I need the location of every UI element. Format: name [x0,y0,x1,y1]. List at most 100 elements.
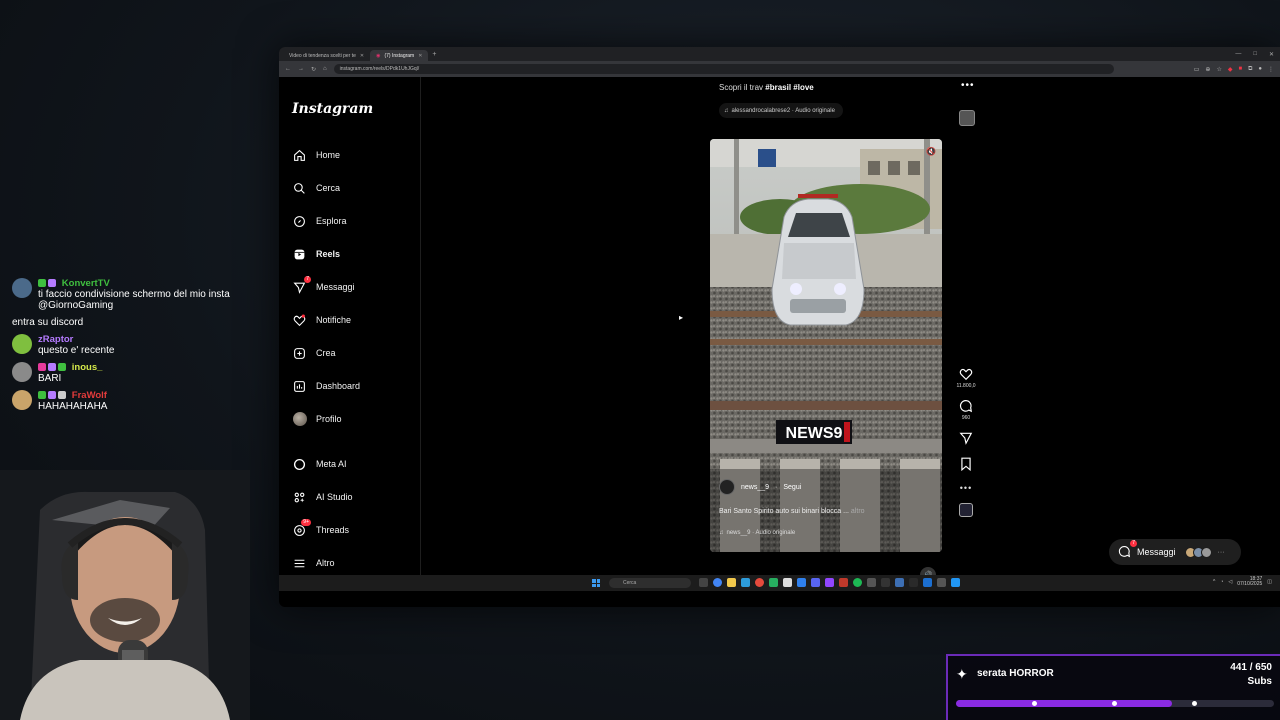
reel-previous-caption[interactable]: Scopri il trav #brasil #love [719,83,814,92]
sidebar-item-ai-studio[interactable]: AI Studio [292,488,353,506]
caption-more-link[interactable]: altro [851,508,865,515]
sidebar-item-crea[interactable]: Crea [292,344,336,362]
menu-dots-icon[interactable]: ⋮ [1268,66,1274,73]
chevron-up-icon[interactable]: ^ [1213,579,1215,585]
extension-icon[interactable]: ◆ [1228,66,1233,73]
more-options-icon[interactable]: ••• [961,80,975,91]
app-icon[interactable] [797,578,806,587]
reel-audio[interactable]: ♫ news__9 · Audio originale [719,530,795,536]
taskbar-search-input[interactable]: Cerca [609,578,691,588]
tab-title: Video di tendenza scelti per te [289,52,356,59]
goal-progress-bar [956,700,1274,707]
discord-icon[interactable] [811,578,820,587]
app-icon[interactable] [839,578,848,587]
explorer-icon[interactable] [727,578,736,587]
badge-icon [58,363,66,372]
sidebar-item-messaggi[interactable]: 7 Messaggi [292,275,355,296]
like-button[interactable]: 11.800,0 [951,367,981,389]
audio-thumbnail[interactable] [959,503,973,517]
sidebar-item-home[interactable]: Home [292,146,340,164]
cast-icon[interactable]: ▭ [1194,66,1200,73]
extension-icon[interactable]: ■ [1238,66,1242,73]
taskbar-apps [699,578,960,587]
sidebar-item-meta-ai[interactable]: Meta AI [292,455,347,473]
zoom-icon[interactable]: ⊕ [1205,66,1210,73]
windows-start-icon[interactable] [592,579,600,587]
send-icon: 7 [292,275,311,295]
comment-count: 960 [961,415,971,421]
app-icon[interactable] [909,578,918,587]
new-tab-icon[interactable]: + [432,51,436,58]
task-view-icon[interactable] [699,578,708,587]
app-icon[interactable] [881,578,890,587]
sidebar-item-label: Esplora [316,216,347,226]
audio-thumbnail[interactable] [959,110,975,126]
home-browser-icon[interactable]: ⌂ [323,66,327,72]
twitch-icon[interactable] [825,578,834,587]
app-icon[interactable] [867,578,876,587]
sidebar-item-cerca[interactable]: Cerca [292,179,340,197]
extension-icon[interactable]: ⧉ [1248,66,1252,73]
avatar[interactable] [719,479,735,495]
chrome-icon[interactable] [713,578,722,587]
sidebar-item-reels[interactable]: Reels [292,245,340,263]
comment-button[interactable]: 960 [951,399,981,421]
goal-count: 441 / 650 [1230,662,1272,673]
search-icon [292,181,307,196]
audio-pill[interactable]: ♫ alessandrocalabrese2 · Audio originale [719,103,843,118]
maximize-icon[interactable]: □ [1253,51,1257,58]
reload-icon[interactable]: ↻ [311,66,316,73]
sidebar-item-notifiche[interactable]: Notifiche [292,311,351,329]
sidebar-item-altro[interactable]: Altro [292,554,335,572]
minimize-icon[interactable]: — [1235,51,1241,58]
volume-icon[interactable]: ◁ [1228,579,1232,585]
sidebar-item-dashboard[interactable]: Dashboard [292,377,360,395]
notification-bell-icon[interactable]: ◫ [1267,579,1272,585]
home-icon [292,148,307,163]
app-icon[interactable] [895,578,904,587]
news9-watermark: NEWS9 [786,425,843,442]
bookmark-star-icon[interactable]: ☆ [1216,66,1221,73]
reel-author-row: news__9 · Segui [719,479,801,495]
app-icon[interactable] [769,578,778,587]
reel-video[interactable]: NEWS9 news__9 · Segui Bari Santo Spirito… [710,139,942,552]
chat-message: zRaptor questo e' recente [12,334,272,356]
app-icon[interactable] [741,578,750,587]
app-icon[interactable] [783,578,792,587]
app-icon[interactable] [951,578,960,587]
chat-text: questo e' recente [38,345,115,356]
tab-youtube[interactable]: Video di tendenza scelti per te ✕ [283,50,370,61]
chat-username: inous_ [71,362,103,373]
follow-button[interactable]: Segui [783,484,801,491]
close-icon[interactable]: ✕ [360,53,364,59]
app-icon[interactable] [755,578,764,587]
url-input[interactable]: instagram.com/reels/DPdk1UhJGql/ [333,64,1114,74]
network-icon[interactable]: ◔ [1220,579,1223,585]
share-button[interactable] [951,431,981,447]
messages-pill[interactable]: 7 Messaggi ··· [1109,539,1241,565]
app-icon[interactable] [937,578,946,587]
instagram-logo[interactable]: Instagram [292,101,373,117]
taskbar-clock[interactable]: 18:37 07/10/2025 [1237,577,1262,587]
tab-instagram[interactable]: ◉ (7) Instagram ✕ [370,50,429,61]
save-button[interactable] [951,457,981,473]
close-window-icon[interactable]: ✕ [1269,51,1274,58]
caption-hashtags[interactable]: #brasil #love [765,83,813,92]
app-icon[interactable] [923,578,932,587]
profile-icon[interactable]: ● [1258,66,1262,73]
volume-icon[interactable]: 🔇 [926,147,936,156]
close-icon[interactable]: ✕ [418,53,422,59]
sidebar-item-esplora[interactable]: Esplora [292,212,347,230]
reel-actions: 11.800,0 960 ••• [951,367,981,517]
instagram-page: Instagram Home Cerca Esplora Reels 7 Mes… [279,77,1280,591]
sidebar-item-label: Reels [316,249,341,259]
spotify-icon[interactable] [853,578,862,587]
sidebar-item-threads[interactable]: 9+ Threads [292,518,349,539]
forward-icon[interactable]: → [298,66,304,72]
sidebar-item-profilo[interactable]: Profilo [292,410,342,428]
author-name[interactable]: news__9 [741,484,769,491]
more-button[interactable]: ••• [951,483,981,493]
back-icon[interactable]: ← [285,66,291,72]
profile-avatar-wrap [292,412,307,427]
audio-label: news__9 · Audio originale [726,530,796,536]
